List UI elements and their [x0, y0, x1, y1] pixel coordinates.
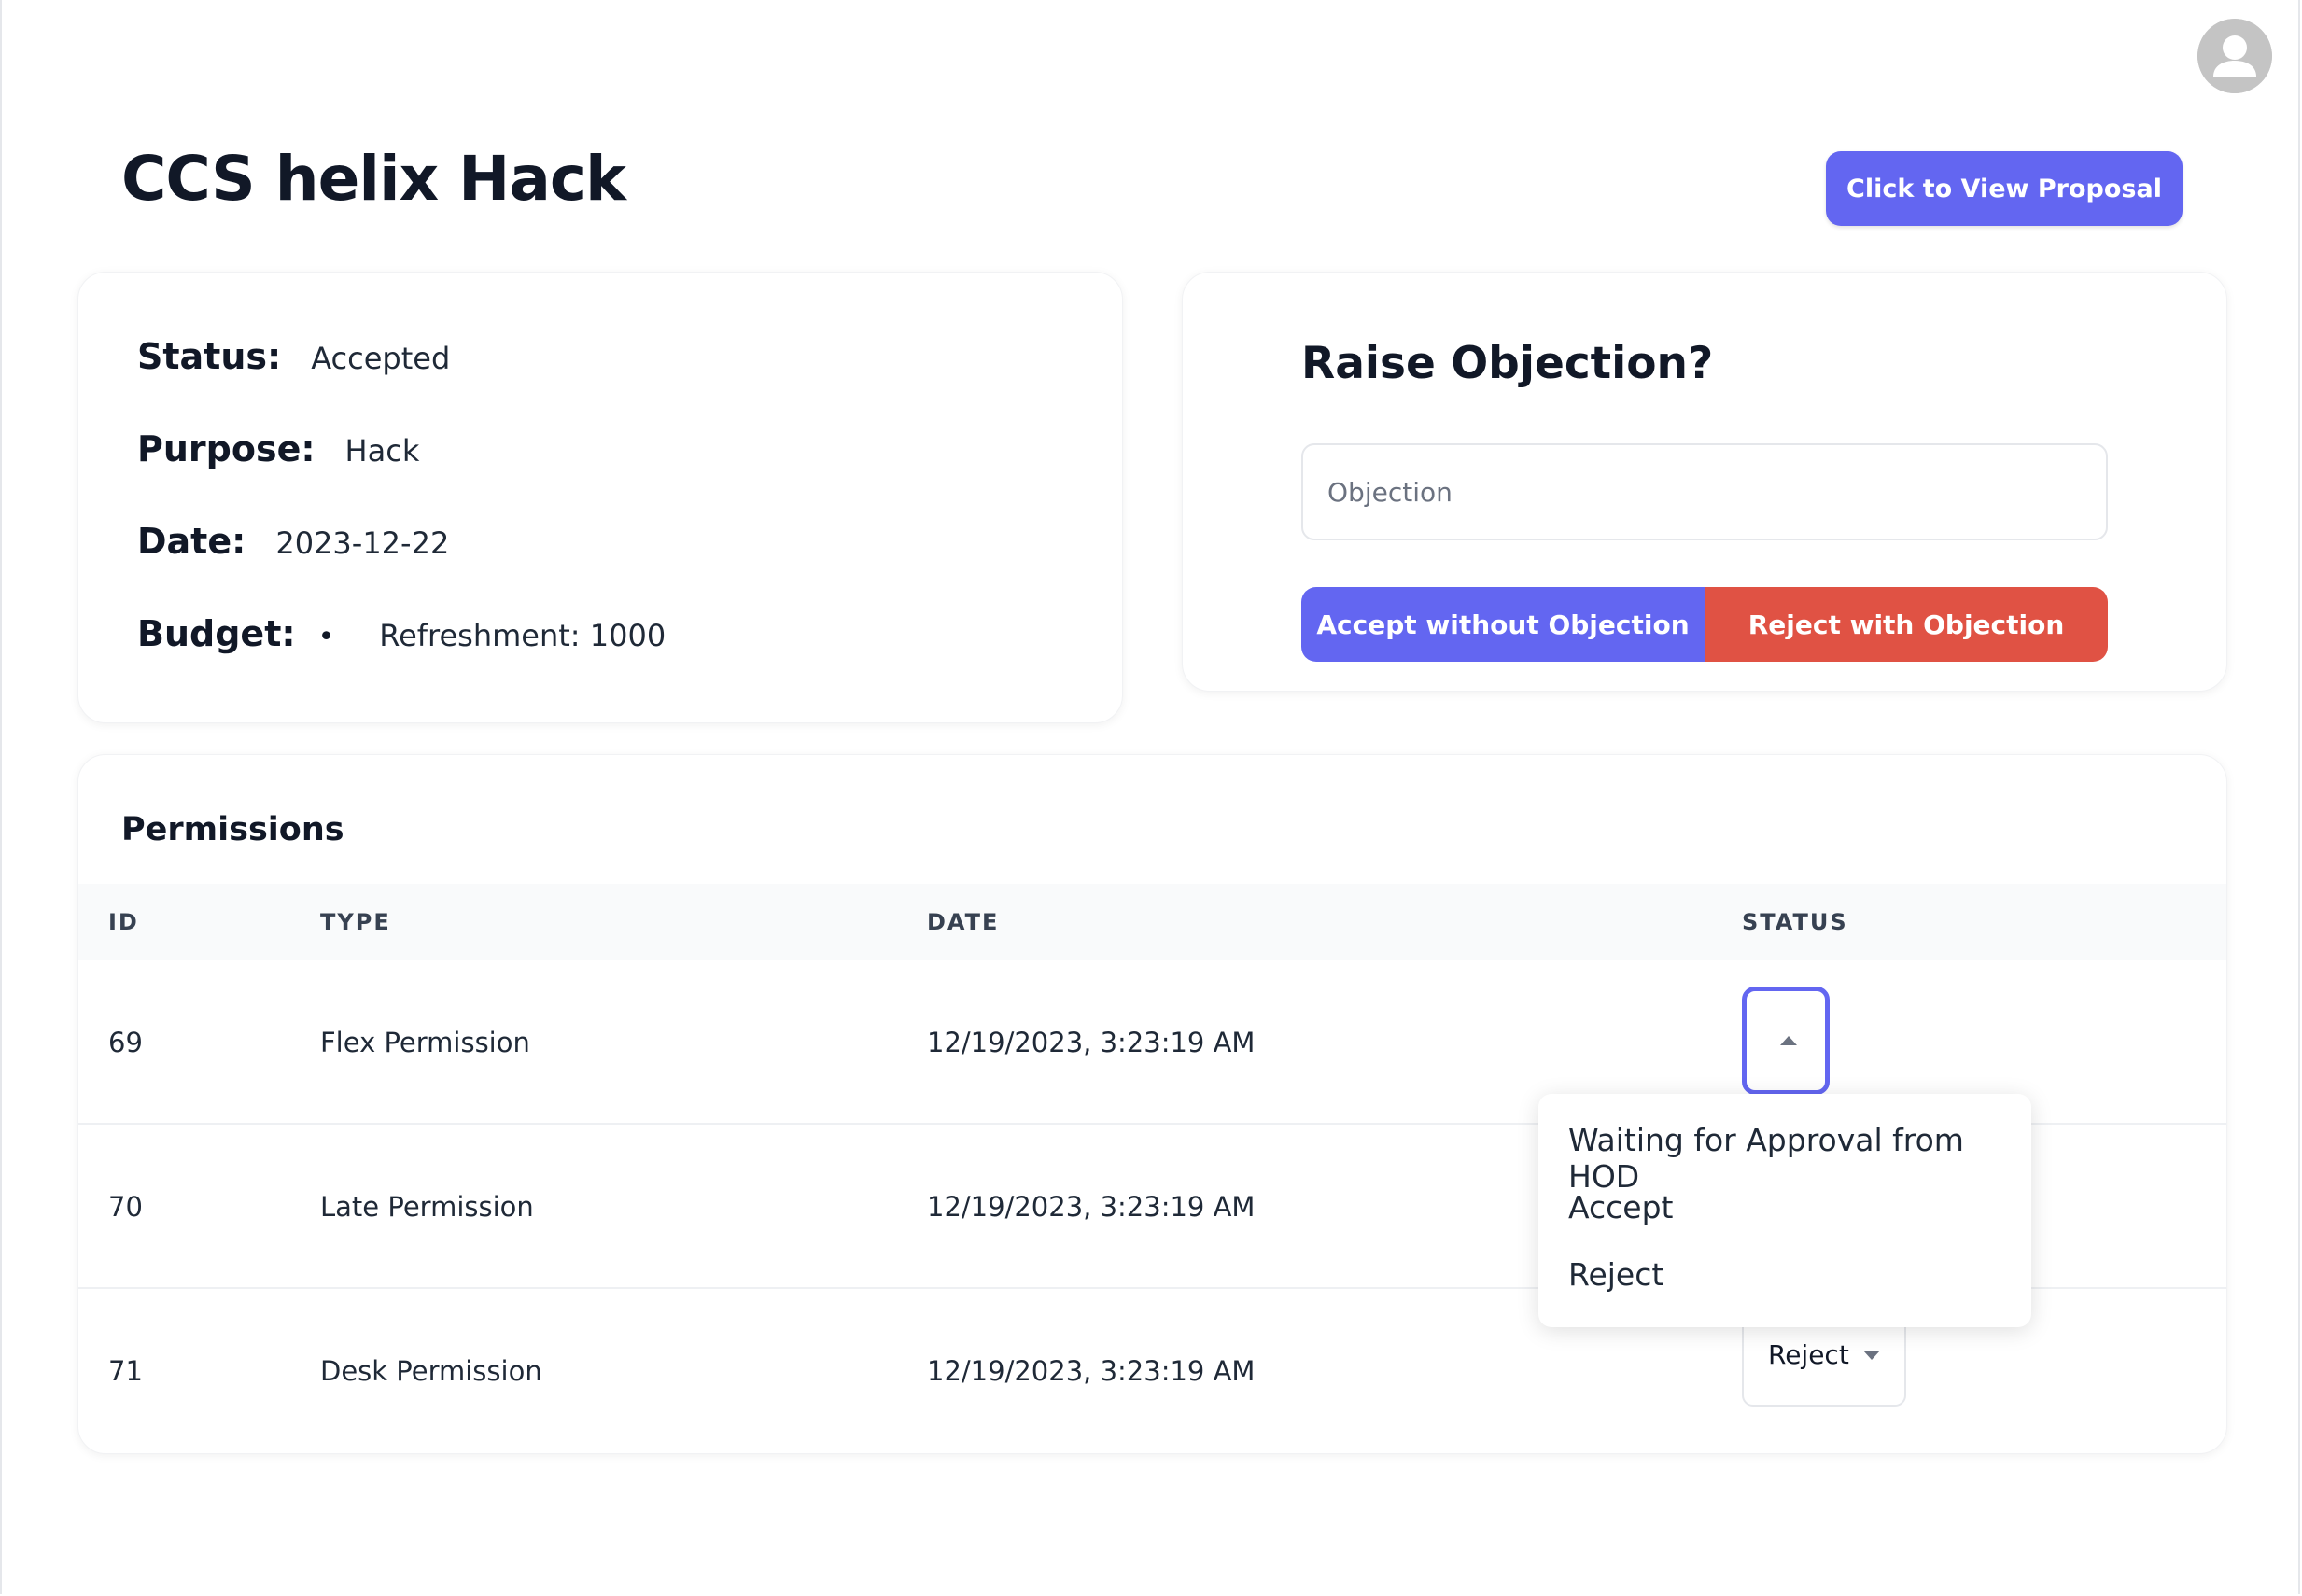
cell-type: Flex Permission	[320, 1027, 530, 1058]
status-row: Status: Accepted	[137, 336, 450, 377]
budget-label: Budget:	[137, 613, 296, 654]
objection-input[interactable]	[1301, 443, 2108, 540]
cell-date: 12/19/2023, 3:23:19 AM	[927, 1191, 1256, 1223]
proposal-info-card: Status: Accepted Purpose: Hack Date: 202…	[77, 272, 1123, 723]
cell-type: Desk Permission	[320, 1355, 542, 1387]
dropdown-option-accept[interactable]: Accept	[1568, 1189, 1673, 1225]
cell-date: 12/19/2023, 3:23:19 AM	[927, 1355, 1256, 1387]
column-header-date: DATE	[927, 909, 1000, 935]
dropdown-option-reject[interactable]: Reject	[1568, 1256, 1663, 1293]
budget-bullet: •	[317, 621, 335, 653]
budget-row: Budget: • Refreshment: 1000	[137, 613, 666, 654]
user-avatar-icon[interactable]	[2197, 19, 2272, 93]
cell-type: Late Permission	[320, 1191, 534, 1223]
objection-card: Raise Objection? Accept without Objectio…	[1182, 272, 2227, 692]
status-dropdown-menu: Waiting for Approval from HOD Accept Rej…	[1538, 1094, 2031, 1327]
column-header-type: TYPE	[320, 909, 391, 935]
reject-with-objection-button[interactable]: Reject with Objection	[1705, 587, 2108, 662]
purpose-value: Hack	[344, 433, 420, 469]
date-value: 2023-12-22	[275, 525, 450, 561]
cell-id: 70	[108, 1191, 143, 1223]
dropdown-option-waiting[interactable]: Waiting for Approval from HOD	[1568, 1122, 2031, 1195]
cell-id: 69	[108, 1027, 143, 1058]
date-label: Date:	[137, 521, 246, 562]
caret-up-icon	[1780, 1036, 1797, 1045]
column-header-id: ID	[108, 909, 139, 935]
purpose-label: Purpose:	[137, 428, 316, 469]
view-proposal-button[interactable]: Click to View Proposal	[1826, 151, 2183, 226]
cell-date: 12/19/2023, 3:23:19 AM	[927, 1027, 1256, 1058]
date-row: Date: 2023-12-22	[137, 521, 449, 562]
status-value: Accepted	[311, 341, 451, 376]
page-title: CCS helix Hack	[121, 143, 626, 215]
accept-without-objection-button[interactable]: Accept without Objection	[1301, 587, 1705, 662]
status-select-open[interactable]	[1742, 987, 1830, 1095]
column-header-status: STATUS	[1742, 909, 1848, 935]
purpose-row: Purpose: Hack	[137, 428, 419, 469]
objection-title: Raise Objection?	[1301, 338, 1714, 389]
permissions-title: Permissions	[121, 811, 344, 848]
budget-item: Refreshment: 1000	[379, 618, 667, 653]
caret-down-icon	[1863, 1351, 1880, 1360]
table-header: ID TYPE DATE STATUS	[78, 884, 2226, 960]
cell-id: 71	[108, 1355, 143, 1387]
status-label: Status:	[137, 336, 282, 377]
